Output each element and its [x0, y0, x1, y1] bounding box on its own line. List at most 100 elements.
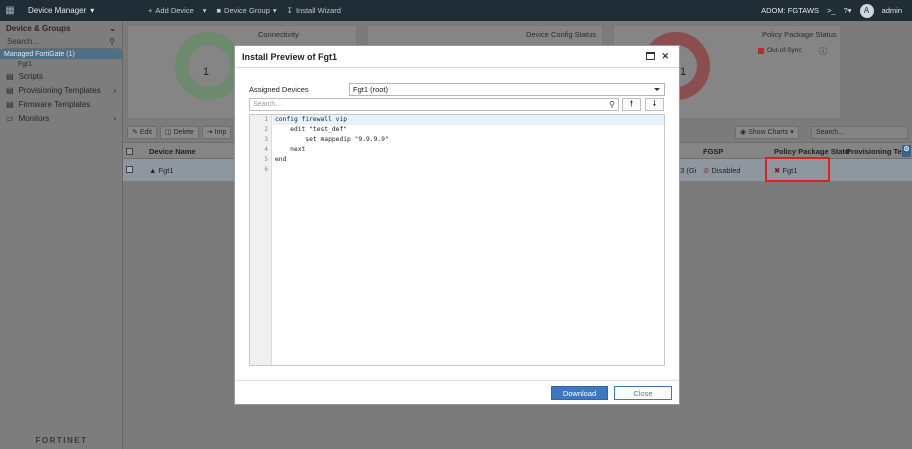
highlight-box: [765, 157, 830, 182]
cli-icon[interactable]: >_: [827, 6, 836, 15]
dialog-footer: Download Close: [235, 380, 679, 405]
import-label: Imp: [214, 128, 227, 136]
info-icon[interactable]: ⓘ: [819, 46, 827, 57]
sidebar-search-placeholder: Search...: [7, 37, 40, 46]
legend-out-of-sync: Out-of-Sync: [758, 47, 802, 54]
import-icon: ⇥: [206, 129, 213, 136]
preview-search-input[interactable]: Search... ⚲: [249, 98, 619, 111]
chevron-down-icon: ▾: [90, 6, 95, 15]
sidebar-item-managed-fortigate[interactable]: Managed FortiGate (1): [0, 49, 122, 59]
line-number: 2: [264, 126, 268, 133]
column-policy-package-status[interactable]: Policy Package Statu: [774, 147, 849, 156]
line-number: 1: [264, 116, 268, 123]
line-number-gutter: 1 2 3 4 5 6: [250, 115, 272, 365]
code-line: end: [275, 156, 287, 163]
code-line: set mappedip "9.9.9.9": [275, 136, 389, 143]
delete-button[interactable]: ◫ Delete: [159, 125, 199, 139]
monitor-icon: ▭: [6, 113, 14, 123]
select-all-checkbox[interactable]: [126, 148, 133, 155]
line-number: 5: [264, 156, 268, 163]
adom-label[interactable]: ADOM: FGTAWS: [761, 6, 819, 15]
row-device-name-text: Fgt1: [158, 166, 174, 175]
dialog-title-bar: Install Preview of Fgt1 ✕: [235, 46, 679, 68]
close-button[interactable]: Close: [614, 386, 672, 400]
chevron-down-icon: ⌄: [109, 23, 116, 33]
sidebar-item-scripts[interactable]: ▤ Scripts: [0, 69, 122, 83]
sidebar-header[interactable]: Device & Groups ⌄: [0, 21, 122, 35]
policy-status-count: 1: [680, 66, 687, 78]
assigned-devices-select[interactable]: Fgt1 (root): [349, 83, 665, 96]
trash-icon: ◫: [164, 129, 172, 136]
sidebar-item-monitors[interactable]: ▭ Monitors ›: [0, 111, 122, 125]
line-number: 3: [264, 136, 268, 143]
disabled-icon: ⊘: [703, 166, 710, 175]
folder-icon: ■: [216, 6, 222, 15]
avatar[interactable]: A: [859, 3, 874, 18]
script-icon: ▤: [6, 71, 14, 81]
maximize-icon[interactable]: [646, 52, 656, 60]
arrow-up-icon: 🠕: [629, 98, 634, 108]
sidebar-search[interactable]: Search... ⚲: [3, 35, 119, 49]
legend-label: Out-of-Sync: [767, 47, 802, 54]
sidebar-item-label: Provisioning Templates: [18, 85, 101, 95]
connectivity-title: Connectivity: [258, 30, 299, 39]
username[interactable]: admin: [882, 6, 902, 15]
sidebar-item-label: Managed FortiGate (1): [4, 50, 75, 58]
show-charts-button[interactable]: ◉ Show Charts ▾: [735, 125, 799, 139]
sidebar-item-label: Fgt1: [18, 60, 33, 68]
search-icon: ⚲: [109, 37, 115, 46]
help-icon[interactable]: ?▾: [844, 6, 852, 15]
search-icon: ⚲: [609, 100, 615, 109]
chevron-down-icon: ▾: [202, 6, 207, 15]
import-button[interactable]: ⇥ Imp: [201, 125, 232, 139]
template-icon: ▤: [6, 85, 14, 95]
show-charts-label: Show Charts: [748, 128, 789, 136]
chevron-right-icon: ›: [113, 85, 116, 95]
device-group-button[interactable]: ■ Device Group ▾: [217, 6, 277, 15]
chevron-down-icon: ▾: [790, 129, 794, 136]
code-line: next: [275, 146, 306, 153]
add-device-label: Add Device: [155, 6, 194, 15]
module-label: Device Manager: [28, 6, 87, 15]
sidebar-item-label: Scripts: [18, 71, 44, 81]
next-match-button[interactable]: 🠗: [645, 98, 664, 111]
chevron-down-icon: ▾: [272, 6, 277, 15]
edit-label: Edit: [139, 128, 152, 136]
script-preview-editor[interactable]: 1 2 3 4 5 6 config firewall vip edit "te…: [249, 114, 665, 366]
download-button[interactable]: Download: [551, 386, 608, 400]
edit-button[interactable]: ✎ Edit: [127, 125, 157, 139]
toggle-icon: ◉: [740, 129, 747, 136]
row-fgsp-text: Disabled: [711, 166, 741, 175]
app-grid-icon[interactable]: ▦: [0, 0, 20, 21]
policy-status-title: Policy Package Status: [762, 30, 837, 39]
row-fgsp: ⊘ Disabled: [703, 166, 741, 175]
module-selector[interactable]: Device Manager ▾: [20, 6, 138, 15]
arrow-down-icon: 🠗: [652, 98, 657, 108]
column-settings-icon[interactable]: ⚙: [902, 145, 911, 157]
code-line: edit "test_def": [275, 126, 348, 133]
column-device-name[interactable]: Device Name: [149, 147, 196, 156]
line-number: 6: [264, 166, 268, 173]
table-search-input[interactable]: Search...: [811, 125, 908, 139]
install-preview-dialog: Install Preview of Fgt1 ✕ Assigned Devic…: [234, 45, 680, 405]
add-device-button[interactable]: + Add Device ▾: [148, 6, 207, 15]
sidebar-item-provisioning-templates[interactable]: ▤ Provisioning Templates ›: [0, 83, 122, 97]
dialog-title: Install Preview of Fgt1: [242, 51, 338, 62]
install-wizard-button[interactable]: ↧ Install Wizard: [287, 6, 341, 15]
table-search-placeholder: Search...: [816, 128, 845, 136]
column-fgsp[interactable]: FGSP: [703, 147, 723, 156]
close-icon[interactable]: ✕: [661, 51, 669, 62]
sidebar-header-label: Device & Groups: [6, 23, 71, 33]
row-device-name[interactable]: ▲ Fgt1: [149, 166, 174, 175]
fortinet-logo: FORTINET: [35, 436, 88, 445]
sidebar-item-firmware-templates[interactable]: ▤ Firmware Templates: [0, 97, 122, 111]
previous-match-button[interactable]: 🠕: [622, 98, 641, 111]
sidebar-item-label: Monitors: [18, 113, 50, 123]
top-bar: ▦ Device Manager ▾ + Add Device ▾ ■ Devi…: [0, 0, 912, 21]
code-line: config firewall vip: [273, 115, 664, 125]
column-provisioning-templates[interactable]: Provisioning Tem: [846, 147, 908, 156]
device-group-label: Device Group: [224, 6, 270, 15]
sidebar: Device & Groups ⌄ Search... ⚲ Managed Fo…: [0, 21, 123, 449]
sidebar-item-fgt1[interactable]: Fgt1: [0, 59, 122, 69]
row-checkbox[interactable]: [126, 166, 133, 173]
